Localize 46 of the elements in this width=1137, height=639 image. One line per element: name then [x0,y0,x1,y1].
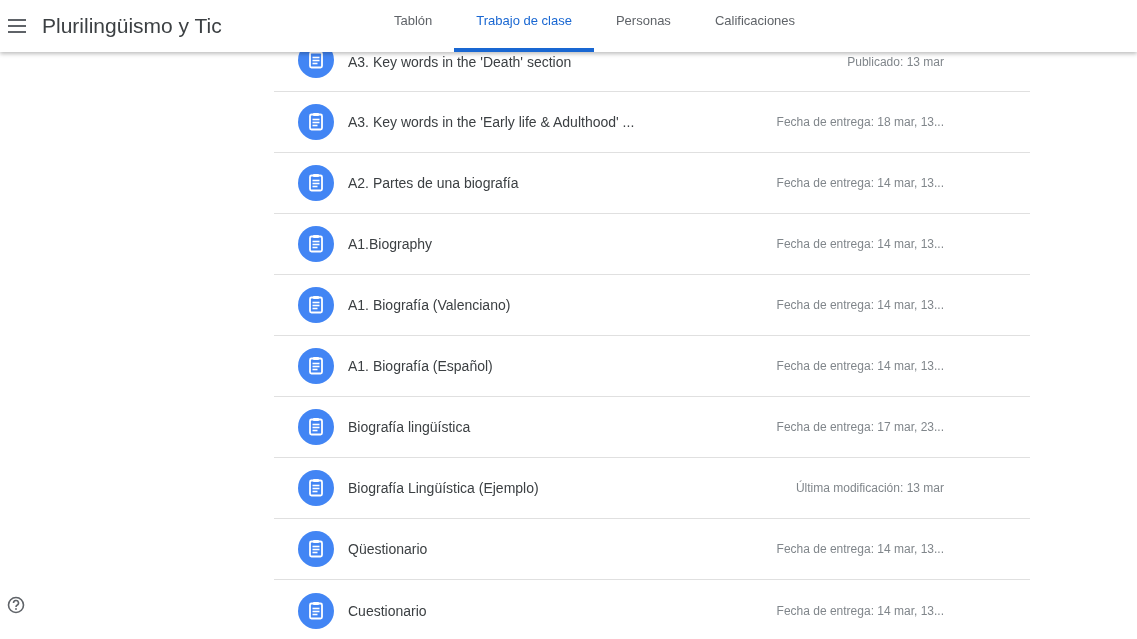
assignment-title: Biografía Lingüística (Ejemplo) [348,480,540,496]
nav-tab[interactable]: Trabajo de clase [454,0,594,52]
nav-tab[interactable]: Personas [593,0,693,52]
assignment-row[interactable]: A1. Biografía (Valenciano) Fecha de entrega: 14 mar, 13... [274,275,1030,336]
assignment-icon [298,165,334,201]
assignment-icon [298,592,334,629]
assignment-title: Biografía lingüística [348,419,472,435]
assignment-date: Última modificación: 13 mar [795,480,944,496]
assignment-icon [298,470,334,506]
assignment-row[interactable]: Qüestionario Fecha de entrega: 14 mar, 13... [274,519,1030,580]
assignment-title: A2. Partes de una biografía [348,175,520,191]
assignment-icon [298,226,334,262]
assignment-date: Fecha de entrega: 17 mar, 23... [776,419,944,435]
assignment-title: Qüestionario [348,541,429,557]
assignment-icon [298,287,334,323]
assignment-date: Fecha de entrega: 14 mar, 13... [776,358,944,374]
assignment-date: Fecha de entrega: 14 mar, 13... [776,602,944,619]
assignment-title: Cuestionario [348,602,428,619]
assignment-date: Fecha de entrega: 14 mar, 13... [776,541,944,557]
assignment-title: A1.Biography [348,236,434,252]
assignment-row[interactable]: A3. Key words in the 'Early life & Adulthood' ... Fecha de entrega: 18 mar, 13... [274,92,1030,153]
assignment-row[interactable]: A1. Biografía (Español) Fecha de entrega: 14 mar, 13... [274,336,1030,397]
assignment-title: A3. Key words in the 'Death' section [348,54,573,70]
assignment-row[interactable]: Cuestionario Fecha de entrega: 14 mar, 13... [274,580,1030,639]
help-icon[interactable] [7,596,25,614]
assignment-date: Fecha de entrega: 14 mar, 13... [776,236,944,252]
class-title: Plurilingüismo y Tic [42,13,222,40]
assignment-row[interactable]: Biografía Lingüística (Ejemplo) Última modificación: 13 mar [274,458,1030,519]
assignment-icon [298,348,334,384]
assignment-title: A3. Key words in the 'Early life & Adulthood' ... [348,114,636,130]
assignment-date: Publicado: 13 mar [847,54,944,70]
menu-icon[interactable] [8,19,26,33]
assignment-row[interactable]: A1.Biography Fecha de entrega: 14 mar, 13... [274,214,1030,275]
assignment-icon [298,531,334,567]
assignment-icon [298,409,334,445]
nav-tab[interactable]: Tablón [372,0,455,52]
assignment-title: A1. Biografía (Español) [348,358,494,374]
assignment-date: Fecha de entrega: 14 mar, 13... [776,175,944,191]
assignment-row[interactable]: Biografía lingüística Fecha de entrega: 17 mar, 23... [274,397,1030,458]
assignment-row[interactable]: A2. Partes de una biografía Fecha de entrega: 14 mar, 13... [274,153,1030,214]
nav-tab[interactable]: Calificaciones [692,0,818,52]
assignment-date: Fecha de entrega: 18 mar, 13... [776,114,944,130]
assignment-row[interactable]: A3. Key words in the 'Death' section Publicado: 13 mar [274,52,1030,92]
assignment-title: A1. Biografía (Valenciano) [348,297,512,313]
assignment-icon [298,104,334,140]
assignment-date: Fecha de entrega: 14 mar, 13... [776,297,944,313]
